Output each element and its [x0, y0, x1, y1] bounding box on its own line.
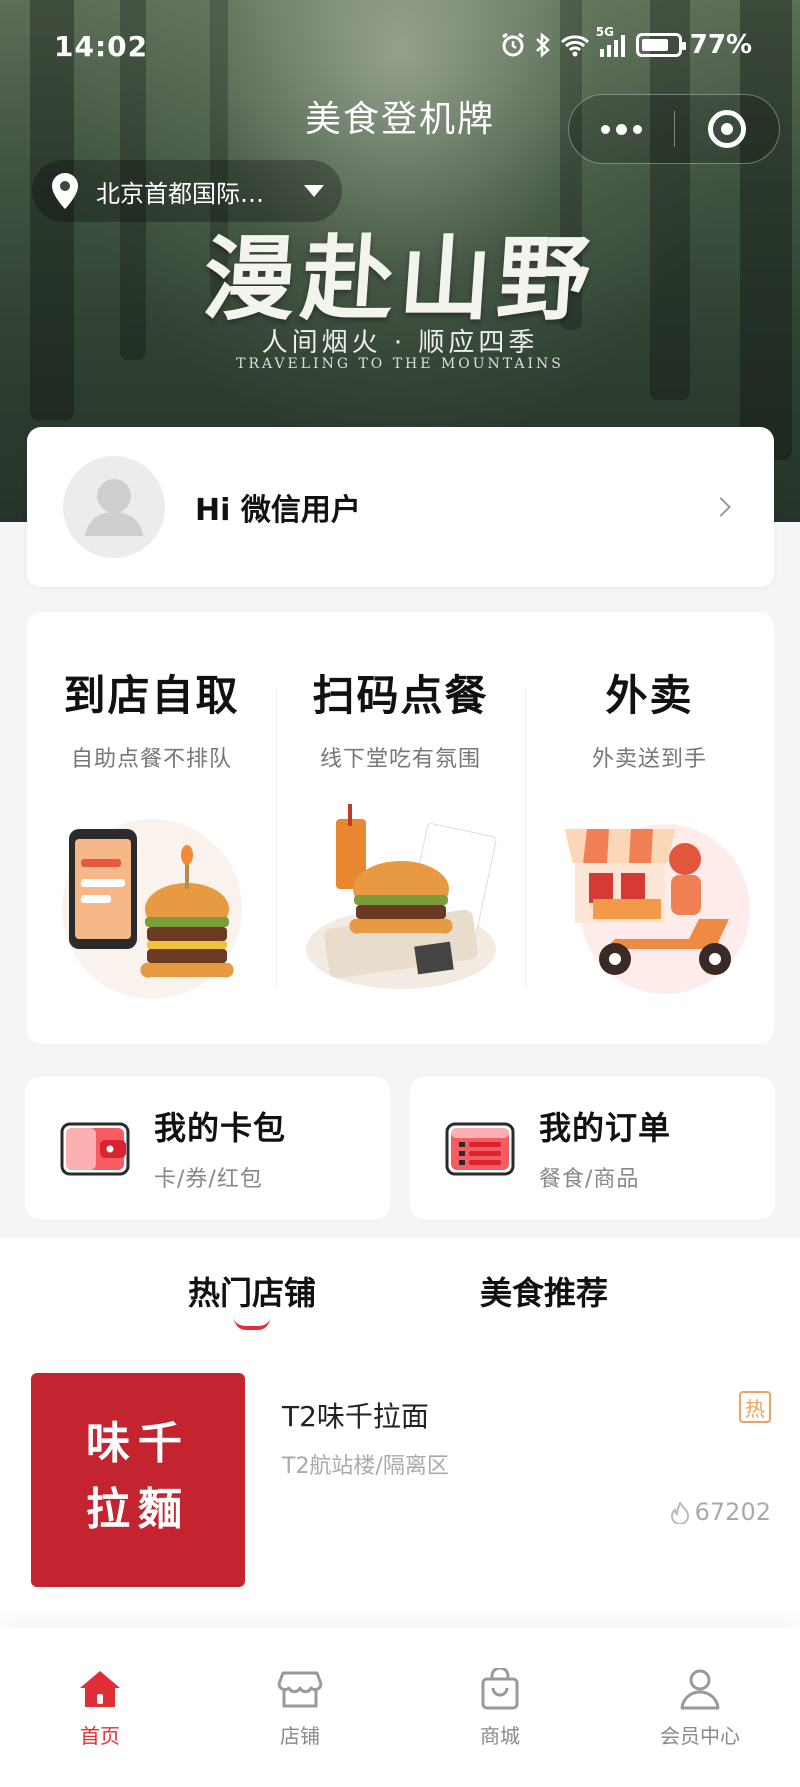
active-tab-indicator — [234, 1318, 270, 1330]
more-menu-button[interactable] — [569, 123, 674, 135]
shopping-bag-icon — [481, 1668, 519, 1710]
target-icon — [707, 110, 746, 148]
tabbar-member[interactable]: 会员中心 — [600, 1628, 800, 1787]
service-delivery[interactable]: 外卖 外卖送到手 — [525, 612, 774, 1044]
shop-thumb-line: 拉麵 — [86, 1484, 190, 1535]
tabbar-label: 商城 — [480, 1724, 520, 1748]
service-subtitle: 线下堂吃有氛围 — [319, 747, 481, 772]
bottom-tab-bar: 首页 店铺 商城 会员中心 — [0, 1628, 800, 1787]
wallet-card[interactable]: 我的卡包 卡/券/红包 — [25, 1077, 390, 1219]
service-subtitle: 外卖送到手 — [591, 747, 707, 772]
shop-heat: 67202 — [669, 1498, 771, 1526]
wifi-icon — [560, 33, 590, 57]
shop-name: T2味千拉面 — [282, 1400, 429, 1433]
orders-subtitle: 餐食/商品 — [539, 1167, 640, 1192]
banner-subtitle: 人间烟火 · 顺应四季 — [261, 328, 539, 358]
dot-icon — [632, 124, 642, 134]
dropdown-triangle-icon — [304, 185, 324, 197]
user-profile-card[interactable]: Hi 微信用户 — [27, 427, 774, 587]
banner-english: TRAVELING TO THE MOUNTAINS — [236, 356, 564, 372]
tabbar-label: 会员中心 — [660, 1724, 740, 1748]
shop-thumb-line: 味千 — [86, 1418, 190, 1469]
shop-list-item[interactable]: 味千 拉麵 T2味千拉面 T2航站楼/隔离区 热 67202 — [31, 1373, 771, 1587]
flame-icon — [670, 1501, 689, 1524]
status-time: 14:02 — [54, 30, 149, 63]
service-scan-order[interactable]: 扫码点餐 线下堂吃有氛围 — [276, 612, 525, 1044]
battery-level: 77% — [689, 30, 752, 60]
shop-thumbnail: 味千 拉麵 — [31, 1373, 245, 1587]
orders-card[interactable]: 我的订单 餐食/商品 — [410, 1077, 775, 1219]
service-entry-card: 到店自取 自助点餐不排队 扫码点餐 线下堂吃有氛围 外卖 外卖送到手 — [27, 612, 774, 1044]
banner-title: 漫赴山野 — [199, 225, 600, 333]
tabbar-label: 首页 — [80, 1724, 120, 1748]
tabbar-home[interactable]: 首页 — [0, 1628, 200, 1787]
tabbar-mall[interactable]: 商城 — [400, 1628, 600, 1787]
wallet-icon — [60, 1122, 130, 1176]
close-miniprogram-button[interactable] — [675, 110, 780, 148]
status-bar: 14:02 5G 77% — [0, 25, 800, 66]
home-icon — [80, 1671, 120, 1707]
service-title: 外卖 — [605, 671, 694, 720]
user-icon — [680, 1669, 720, 1710]
service-title: 扫码点餐 — [312, 671, 489, 720]
hot-badge: 热 — [739, 1391, 771, 1423]
signal-icon: 5G — [596, 25, 628, 57]
network-type: 5G — [595, 25, 614, 39]
tab-hot-shops[interactable]: 热门店铺 — [188, 1268, 316, 1314]
tabbar-store[interactable]: 店铺 — [200, 1628, 400, 1787]
wallet-title: 我的卡包 — [154, 1109, 287, 1147]
orders-title: 我的订单 — [539, 1109, 672, 1147]
tabbar-label: 店铺 — [280, 1724, 320, 1748]
wallet-subtitle: 卡/券/红包 — [154, 1167, 263, 1192]
shop-location: T2航站楼/隔离区 — [282, 1454, 449, 1479]
service-subtitle: 自助点餐不排队 — [70, 747, 232, 772]
bluetooth-icon — [534, 32, 552, 58]
service-title: 到店自取 — [63, 671, 240, 720]
dot-icon — [600, 124, 610, 134]
battery-icon — [635, 33, 686, 57]
phone-burger-illustration — [61, 819, 242, 999]
dot-icon — [615, 123, 627, 135]
chevron-right-icon — [711, 497, 731, 517]
default-avatar-icon — [85, 479, 143, 536]
tab-food-recommend[interactable]: 美食推荐 — [480, 1268, 608, 1314]
content-section: 热门店铺 美食推荐 味千 拉麵 T2味千拉面 T2航站楼/隔离区 热 67202 — [0, 1238, 800, 1628]
avatar — [63, 456, 165, 558]
location-name: 北京首都国际机场T2航站楼 — [96, 179, 286, 208]
service-pickup[interactable]: 到店自取 自助点餐不排队 — [27, 612, 276, 1044]
order-list-icon — [445, 1122, 515, 1176]
alarm-icon — [500, 32, 526, 58]
user-greeting: Hi 微信用户 — [195, 493, 361, 528]
content-tabs: 热门店铺 美食推荐 — [0, 1238, 800, 1338]
delivery-scooter-illustration — [564, 824, 750, 994]
shop-heat-value: 67202 — [694, 1498, 771, 1526]
scan-burger-illustration — [305, 804, 496, 989]
miniprogram-capsule — [568, 94, 780, 164]
store-icon — [277, 1671, 323, 1708]
